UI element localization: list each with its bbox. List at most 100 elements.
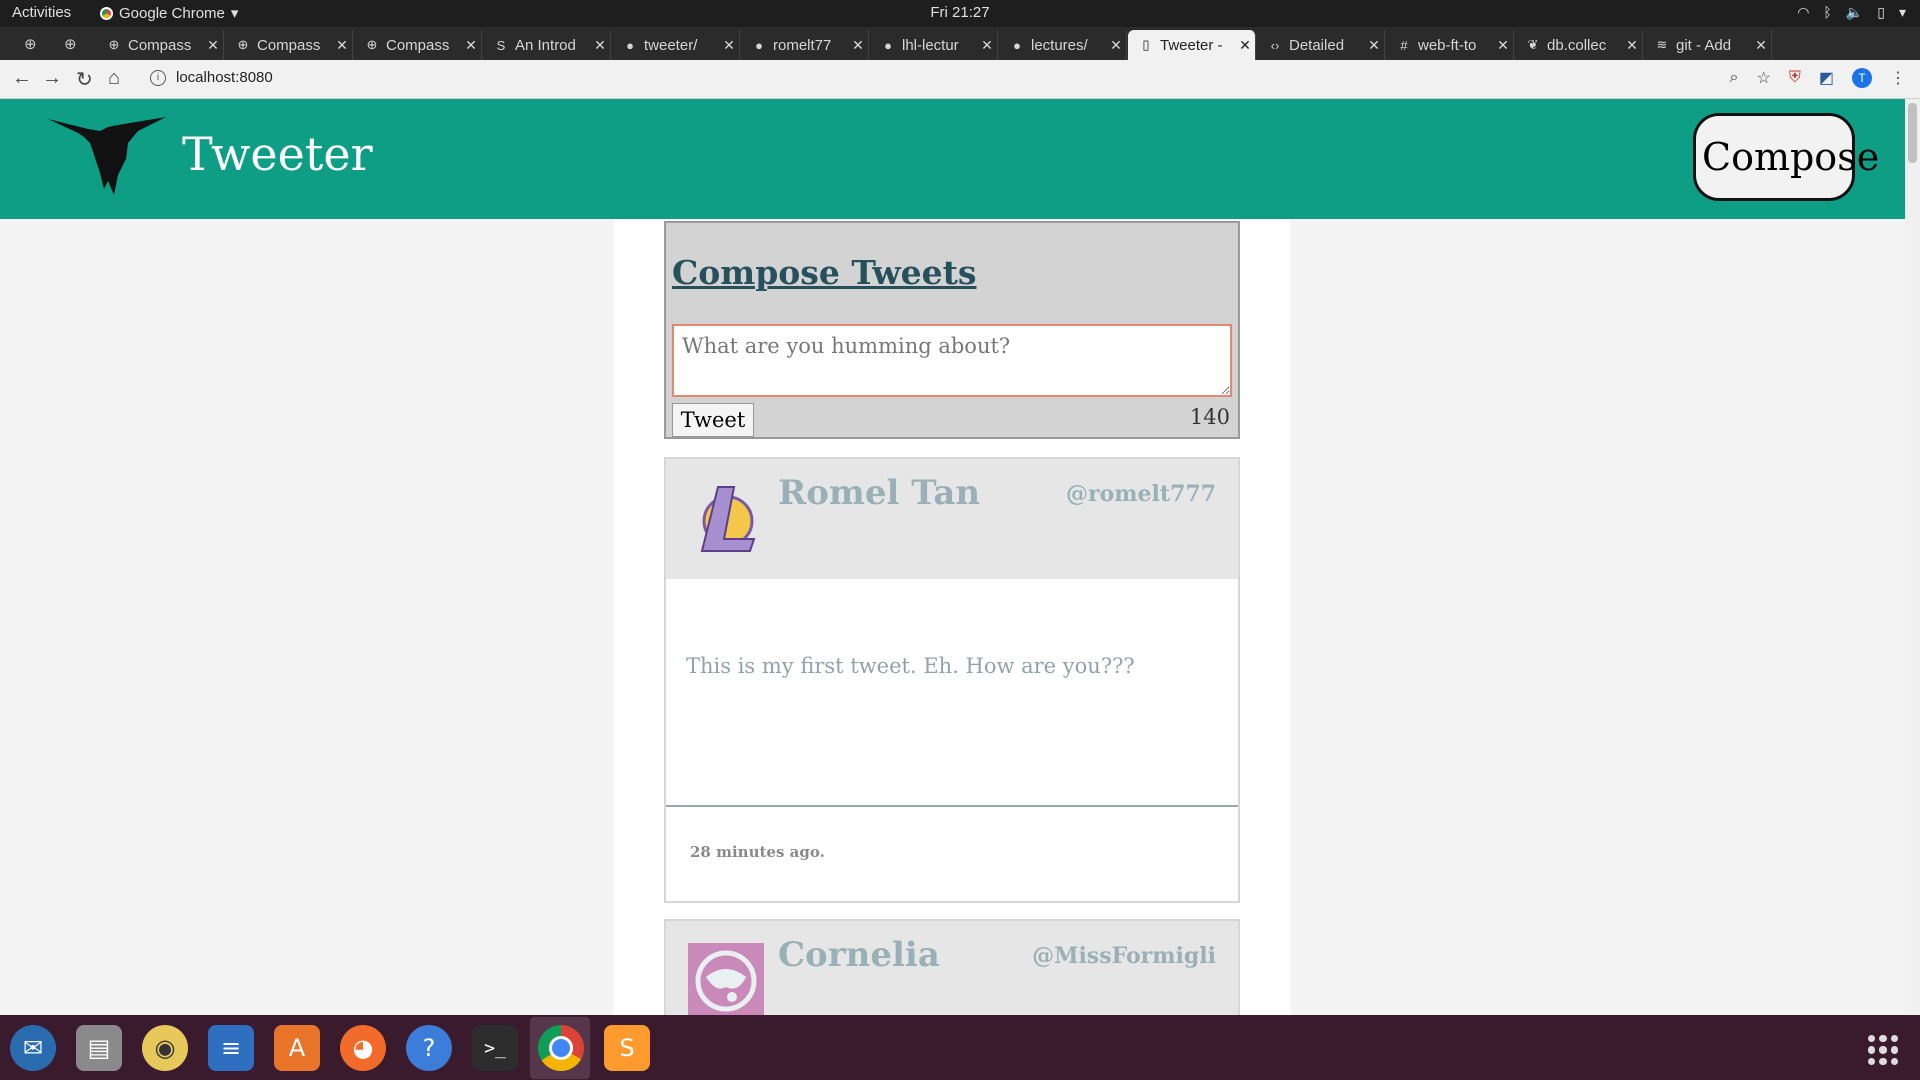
close-tab-icon[interactable]: ✕ xyxy=(590,37,610,54)
info-icon[interactable]: i xyxy=(150,69,166,86)
browser-tab[interactable]: ⊕ Compass ✕ xyxy=(354,30,482,60)
tab-title: lectures/ xyxy=(1031,36,1088,54)
forward-icon[interactable]: → xyxy=(42,67,62,90)
tab-title: git - Add xyxy=(1676,36,1732,54)
close-tab-icon[interactable]: ✕ xyxy=(1622,37,1642,54)
show-apps-icon[interactable] xyxy=(1868,1035,1898,1065)
tab-title: An Introd xyxy=(515,36,576,54)
web-page: Tweeter Compose Compose Tweets Tweet 140… xyxy=(0,99,1905,1015)
software-center-icon[interactable]: A xyxy=(274,1025,320,1071)
zoom-icon[interactable]: ⌕ xyxy=(1730,69,1739,87)
browser-tab[interactable]: # web-ft-to ✕ xyxy=(1386,30,1514,60)
stack-icon: ≋ xyxy=(1656,37,1668,52)
tweet-author-handle: @MissFormigli xyxy=(1032,943,1216,969)
browser-tab[interactable]: ‹› Detailed ✕ xyxy=(1257,30,1385,60)
close-tab-icon[interactable]: ✕ xyxy=(461,37,481,54)
extension-shield-icon[interactable]: ⛨ xyxy=(1789,69,1801,87)
menu-kebab-icon[interactable]: ⋮ xyxy=(1890,68,1906,88)
page-scrollbar[interactable] xyxy=(1905,99,1920,1015)
writer-icon[interactable]: ≡ xyxy=(208,1025,254,1071)
tweet-text: This is my first tweet. Eh. How are you?… xyxy=(686,654,1135,678)
close-tab-icon[interactable]: ✕ xyxy=(332,37,352,54)
files-icon[interactable]: ▤ xyxy=(76,1025,122,1071)
firefox-icon[interactable]: ◕ xyxy=(340,1025,386,1071)
url-field[interactable]: i localhost:8080 xyxy=(150,69,273,86)
profile-avatar[interactable]: T xyxy=(1852,68,1872,88)
browser-tab[interactable]: ❦ db.collec ✕ xyxy=(1515,30,1643,60)
tweet-timestamp: 28 minutes ago. xyxy=(690,843,825,861)
s-icon: S xyxy=(496,37,506,53)
browser-tab[interactable]: ⊕ Compass ✕ xyxy=(96,30,224,60)
github-icon: ● xyxy=(755,37,763,53)
bluetooth-icon: ᛒ xyxy=(1823,4,1832,20)
github-icon: ● xyxy=(1013,37,1021,53)
back-icon[interactable]: ← xyxy=(12,67,32,90)
char-counter: 140 xyxy=(1189,405,1230,429)
home-icon[interactable]: ⌂ xyxy=(108,67,120,90)
close-tab-icon[interactable]: ✕ xyxy=(1493,37,1513,54)
close-tab-icon[interactable]: ✕ xyxy=(1751,37,1771,54)
tweet-header: Romel Tan @romelt777 xyxy=(666,459,1238,579)
chrome-icon[interactable] xyxy=(538,1025,584,1071)
close-tab-icon[interactable]: ✕ xyxy=(203,37,223,54)
browser-tab[interactable]: ● tweeter/ ✕ xyxy=(612,30,740,60)
lakers-logo-icon xyxy=(700,486,756,552)
slack-icon: # xyxy=(1400,37,1408,53)
close-tab-icon[interactable]: ✕ xyxy=(1364,37,1384,54)
bookmark-star-icon[interactable]: ☆ xyxy=(1757,68,1771,88)
tab-title: db.collec xyxy=(1547,36,1607,54)
tab-title: Compass xyxy=(386,36,450,54)
browser-tab[interactable]: ● romelt77 ✕ xyxy=(741,30,869,60)
compass-icon[interactable]: ⊕ xyxy=(24,35,37,53)
sublime-text-icon[interactable]: S xyxy=(604,1025,650,1071)
browser-tab[interactable]: ● lhl-lectur ✕ xyxy=(870,30,998,60)
browser-tab[interactable]: ≋ git - Add ✕ xyxy=(1644,30,1772,60)
scrollbar-thumb[interactable] xyxy=(1908,103,1917,163)
tweet-body: This is my first tweet. Eh. How are you?… xyxy=(666,579,1238,807)
url-text[interactable]: localhost:8080 xyxy=(176,69,273,86)
compass-icon[interactable]: ⊕ xyxy=(64,35,77,53)
browser-tab[interactable]: ⊕ Compass ✕ xyxy=(225,30,353,60)
volume-icon: 🔈 xyxy=(1845,4,1864,20)
compose-toggle-button[interactable]: Compose xyxy=(1693,113,1879,201)
terminal-icon[interactable]: >_ xyxy=(472,1025,518,1071)
clock[interactable]: Fri 21:27 xyxy=(0,4,1920,21)
thunderbird-icon[interactable]: ✉ xyxy=(10,1025,56,1071)
rhythmbox-icon[interactable]: ◉ xyxy=(142,1025,188,1071)
close-tab-icon[interactable]: ✕ xyxy=(1106,37,1126,54)
close-tab-icon[interactable]: ✕ xyxy=(848,37,868,54)
close-tab-icon[interactable]: ✕ xyxy=(719,37,739,54)
compose-title: Compose Tweets xyxy=(672,253,977,292)
wifi-icon: ◠ xyxy=(1797,4,1810,20)
tweet-footer: 28 minutes ago. xyxy=(666,807,1238,901)
tweet-input[interactable] xyxy=(672,324,1232,397)
tab-title: Compass xyxy=(257,36,321,54)
compass-icon: ⊕ xyxy=(237,37,249,52)
help-icon[interactable]: ? xyxy=(406,1025,452,1071)
close-tab-icon[interactable]: ✕ xyxy=(1235,37,1255,54)
dock: ✉ ▤ ◉ ≡ A ◕ ? >_ S xyxy=(0,1015,1920,1080)
address-bar: ← → ↻ ⌂ i localhost:8080 ⌕ ☆ ⛨ ◩ T ⋮ xyxy=(0,60,1920,99)
browser-tab[interactable]: ▯ Tweeter - ✕ xyxy=(1128,30,1256,60)
mongodb-icon: ❦ xyxy=(1527,37,1539,52)
tweet-author-name: Romel Tan xyxy=(778,473,981,513)
tab-title: lhl-lectur xyxy=(902,36,959,54)
system-tray[interactable]: ◠ ᛒ 🔈 ▯ ▾ xyxy=(1797,4,1906,21)
close-tab-icon[interactable]: ✕ xyxy=(977,37,997,54)
browser-tab[interactable]: ● lectures/ ✕ xyxy=(999,30,1127,60)
compass-icon: ⊕ xyxy=(108,37,120,52)
tab-title: romelt77 xyxy=(773,36,832,54)
tweet-submit-button[interactable]: Tweet xyxy=(672,403,754,437)
site-header: Tweeter Compose xyxy=(0,99,1905,219)
browser-tab[interactable]: S An Introd ✕ xyxy=(483,30,611,60)
github-icon: ● xyxy=(626,37,634,53)
extension-flag-icon[interactable]: ◩ xyxy=(1819,68,1834,88)
tweet-card: Romel Tan @romelt777 This is my first tw… xyxy=(664,457,1240,903)
compose-section: Compose Tweets Tweet 140 xyxy=(664,221,1240,439)
compass-icon: ⊕ xyxy=(366,37,378,52)
os-top-bar: Activities Google Chrome ▾ Fri 21:27 ◠ ᛒ… xyxy=(0,0,1920,27)
tweet-author-name: Cornelia xyxy=(778,935,940,975)
tab-title: Compass xyxy=(128,36,192,54)
reload-icon[interactable]: ↻ xyxy=(76,67,93,92)
brand-title: Tweeter xyxy=(182,127,373,181)
